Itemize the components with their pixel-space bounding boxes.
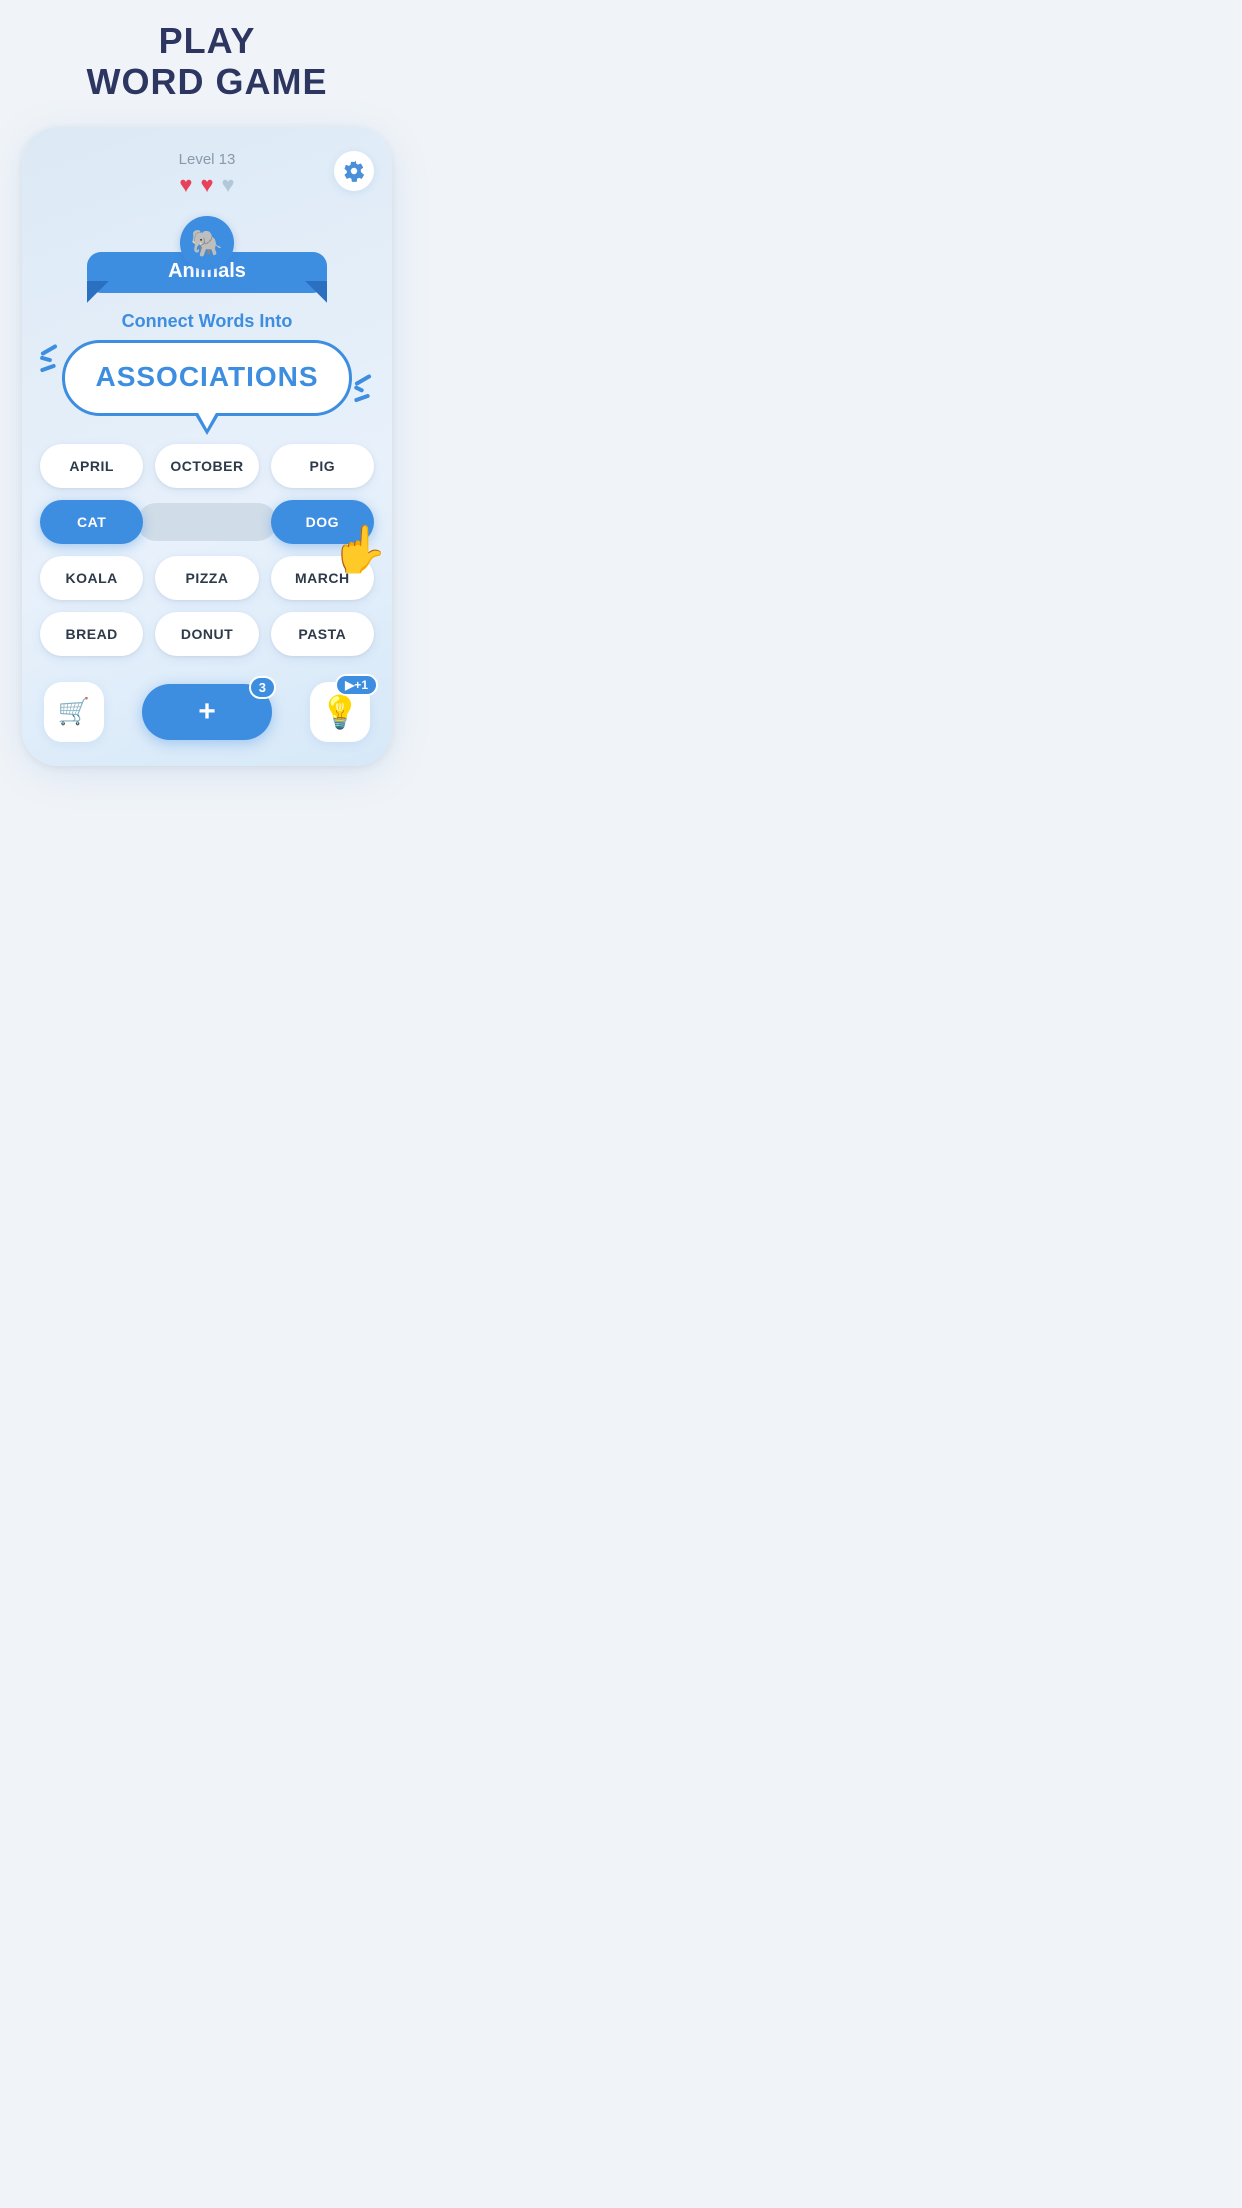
word-october[interactable]: OCTOBER <box>155 444 258 488</box>
bottom-toolbar: 🛒 + 3 💡 ▶+1 <box>40 672 374 742</box>
word-april[interactable]: APRIL <box>40 444 143 488</box>
heart-3: ♥ <box>222 172 235 198</box>
hint-button-wrap: 💡 ▶+1 <box>310 682 370 742</box>
connect-title: Connect Words Into <box>40 311 374 332</box>
word-march[interactable]: MARCH <box>271 556 374 600</box>
hint-icon: 💡 <box>320 693 360 731</box>
heart-1: ♥ <box>179 172 192 198</box>
sparks-right <box>354 378 372 400</box>
settings-button[interactable] <box>334 151 374 191</box>
spark-line-3 <box>40 363 56 372</box>
speech-bubble-area: ASSOCIATIONS <box>50 340 364 416</box>
spark-line-4 <box>354 374 372 386</box>
plus-icon: + <box>198 695 216 729</box>
word-donut[interactable]: DONUT <box>155 612 258 656</box>
word-cat[interactable]: CAT <box>40 500 143 544</box>
heart-2: ♥ <box>200 172 213 198</box>
word-koala[interactable]: KOALA <box>40 556 143 600</box>
level-label: Level 13 <box>179 151 236 168</box>
level-area: Level 13 ♥ ♥ ♥ <box>179 151 236 198</box>
associations-text: ASSOCIATIONS <box>95 361 318 392</box>
hearts-row: ♥ ♥ ♥ <box>179 172 234 198</box>
gear-icon <box>343 160 365 182</box>
speech-bubble: ASSOCIATIONS <box>62 340 352 416</box>
plus-button-wrap: + 3 <box>142 684 272 740</box>
word-dog[interactable]: DOG <box>271 500 374 544</box>
page-title: PLAY WORD GAME <box>87 20 328 103</box>
spark-line-5 <box>354 385 365 393</box>
word-pig[interactable]: PIG <box>271 444 374 488</box>
shop-icon: 🛒 <box>58 696 90 727</box>
category-icon-bubble: 🐘 <box>180 216 234 270</box>
header-row: Level 13 ♥ ♥ ♥ <box>40 151 374 198</box>
word-pasta[interactable]: PASTA <box>271 612 374 656</box>
spark-line-6 <box>354 393 370 402</box>
word-bread[interactable]: BREAD <box>40 612 143 656</box>
word-pizza[interactable]: PIZZA <box>155 556 258 600</box>
elephant-icon: 🐘 <box>191 230 223 256</box>
spark-line-2 <box>40 355 53 362</box>
shop-button[interactable]: 🛒 <box>44 682 104 742</box>
sparks-left <box>40 348 58 370</box>
hint-badge-text: ▶+1 <box>345 678 368 692</box>
hint-badge: ▶+1 <box>335 674 378 696</box>
spark-line-1 <box>40 344 58 356</box>
phone-frame: Level 13 ♥ ♥ ♥ 🐘 Animals Connect Words I… <box>22 127 392 766</box>
category-banner: 🐘 Animals <box>87 216 327 293</box>
word-grid: APRIL OCTOBER PIG CAT DOG KOALA PIZZA MA… <box>40 444 374 656</box>
plus-badge: 3 <box>249 676 276 699</box>
